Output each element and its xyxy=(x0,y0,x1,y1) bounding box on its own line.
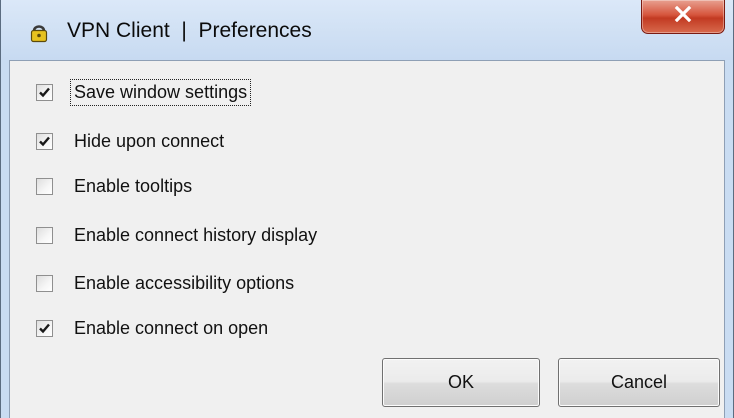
option-label: Enable connect on open xyxy=(74,317,269,338)
ok-button[interactable]: OK xyxy=(382,358,540,407)
option-label: Hide upon connect xyxy=(74,130,225,151)
checkbox-hide-upon-connect[interactable] xyxy=(36,132,53,150)
checkbox-enable-tooltips[interactable] xyxy=(36,177,53,195)
checkbox-enable-connect-on-open[interactable] xyxy=(36,319,53,337)
option-save-window-settings[interactable]: Save window settings xyxy=(36,75,252,109)
check-mark-icon xyxy=(39,136,50,146)
checkbox-enable-accessibility-options[interactable] xyxy=(36,274,53,292)
vpn-padlock-icon xyxy=(29,22,51,44)
option-label: Enable connect history display xyxy=(74,224,318,245)
option-label: Enable accessibility options xyxy=(74,272,295,293)
checkbox-enable-connect-history-display[interactable] xyxy=(36,226,53,244)
option-enable-tooltips[interactable]: Enable tooltips xyxy=(36,169,195,203)
close-x-icon xyxy=(674,5,692,27)
preferences-dialog: VPN Client | Preferences Save window set… xyxy=(0,0,734,418)
dialog-body: Save window settings Hide upon connect E… xyxy=(9,60,725,418)
option-enable-connect-on-open[interactable]: Enable connect on open xyxy=(36,311,271,345)
option-hide-upon-connect[interactable]: Hide upon connect xyxy=(36,124,227,158)
option-label: Save window settings xyxy=(69,78,252,106)
close-button[interactable] xyxy=(641,0,725,34)
option-enable-accessibility-options[interactable]: Enable accessibility options xyxy=(36,266,297,300)
check-mark-icon xyxy=(39,323,50,333)
window-title: VPN Client | Preferences xyxy=(67,19,312,42)
option-label: Enable tooltips xyxy=(74,175,193,196)
title-bar[interactable]: VPN Client | Preferences xyxy=(1,0,733,60)
option-enable-connect-history-display[interactable]: Enable connect history display xyxy=(36,218,320,252)
cancel-button[interactable]: Cancel xyxy=(558,358,720,407)
checkbox-save-window-settings[interactable] xyxy=(36,83,53,101)
check-mark-icon xyxy=(39,87,50,97)
